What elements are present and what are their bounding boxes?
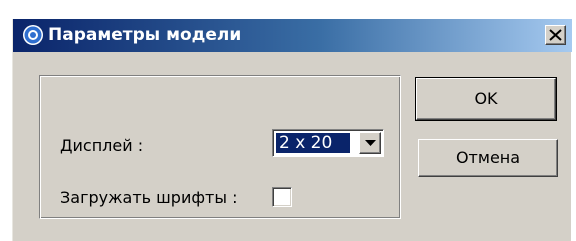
window-title: Параметры модели xyxy=(48,25,242,45)
load-fonts-checkbox[interactable] xyxy=(272,187,292,207)
cancel-button[interactable]: Отмена xyxy=(418,139,558,177)
display-select-value: 2 x 20 xyxy=(276,133,350,153)
dialog-window: Параметры модели Дисплей : 2 x 20 Загруж… xyxy=(12,19,572,241)
app-settings-icon xyxy=(22,24,44,46)
close-icon xyxy=(549,29,562,41)
display-label: Дисплей : xyxy=(60,136,144,155)
ok-button[interactable]: OK xyxy=(415,77,557,121)
display-select-dropdown-button[interactable] xyxy=(359,132,381,154)
chevron-down-icon xyxy=(365,140,376,146)
title-bar[interactable]: Параметры модели xyxy=(13,19,572,52)
display-select[interactable]: 2 x 20 xyxy=(272,129,384,157)
load-fonts-label: Загружать шрифты : xyxy=(60,188,238,207)
close-button[interactable] xyxy=(545,25,566,45)
settings-group-box: Дисплей : 2 x 20 Загружать шрифты : xyxy=(39,75,401,219)
